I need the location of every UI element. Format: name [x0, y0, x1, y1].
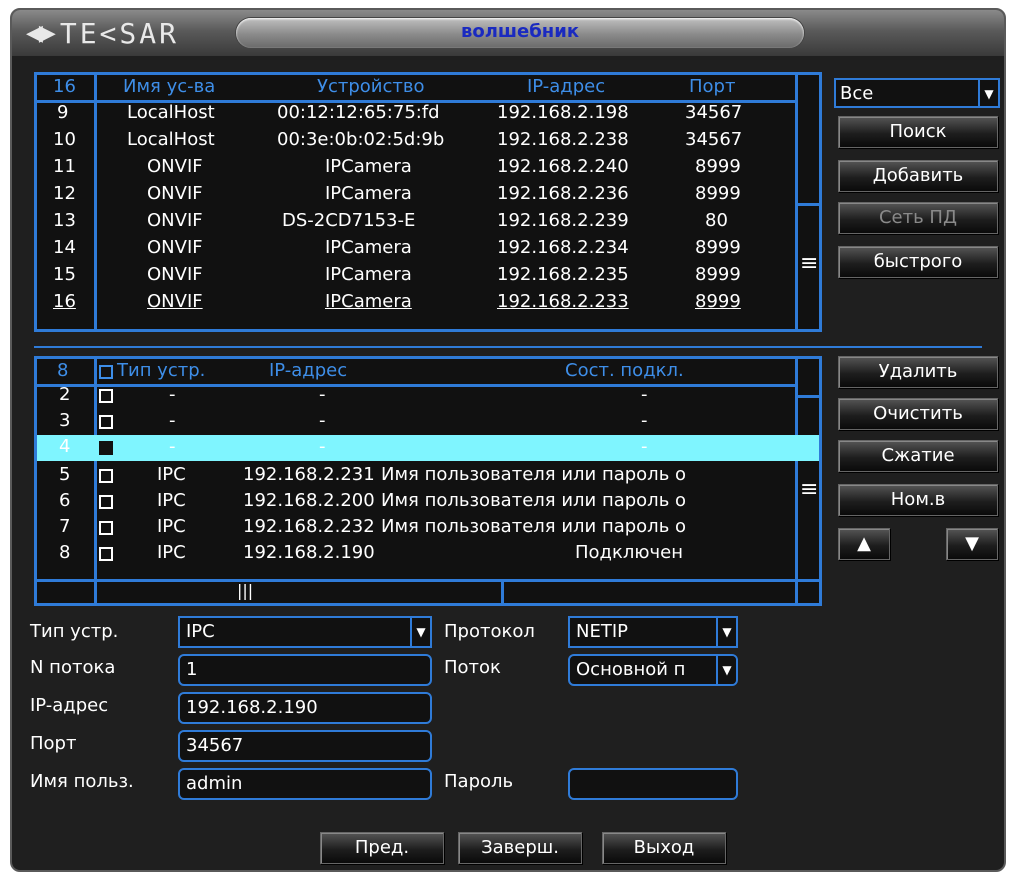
- search-name-header[interactable]: Имя ус-ва: [123, 75, 215, 99]
- added-table-hscrollbar[interactable]: |||: [37, 581, 819, 603]
- scroll-grip-icon: ≡: [800, 251, 819, 276]
- port-label: Порт: [30, 733, 77, 754]
- stream-label: Поток: [444, 657, 501, 678]
- delete-button[interactable]: Удалить: [838, 356, 998, 388]
- add-button[interactable]: Добавить: [838, 160, 998, 192]
- added-ip-header[interactable]: IP-адрес: [269, 359, 347, 383]
- triangle-down-icon: ▼: [965, 533, 979, 554]
- triangle-up-icon: ▲: [857, 533, 871, 554]
- username-input[interactable]: admin: [178, 768, 432, 800]
- logo: ◀▶ TE<SAR: [26, 16, 179, 50]
- number-button[interactable]: Ном.в: [838, 484, 998, 516]
- device-type-select[interactable]: IPC ▼: [178, 616, 432, 648]
- section-divider: [34, 346, 982, 348]
- device-type-label: Тип устр.: [30, 621, 119, 642]
- ip-address-label: IP-адрес: [30, 695, 109, 716]
- compress-button[interactable]: Сжатие: [838, 440, 998, 472]
- password-input[interactable]: [568, 768, 738, 800]
- network-button[interactable]: Сеть ПД: [838, 202, 998, 234]
- table-row-selected[interactable]: 4 - - -: [37, 435, 819, 461]
- chevron-down-icon[interactable]: ▼: [978, 80, 998, 106]
- window-title: волшебник: [460, 21, 580, 42]
- ip-address-input[interactable]: 192.168.2.190: [178, 692, 432, 724]
- logo-text: TE<SAR: [59, 16, 179, 50]
- chevron-down-icon[interactable]: ▼: [410, 618, 430, 646]
- clear-button[interactable]: Очистить: [838, 398, 998, 430]
- quick-setup-button[interactable]: быстрого: [838, 246, 998, 278]
- port-input[interactable]: 34567: [178, 730, 432, 762]
- row-checkbox[interactable]: [99, 495, 113, 509]
- protocol-select[interactable]: NETIP ▼: [568, 616, 738, 648]
- search-button[interactable]: Поиск: [838, 116, 998, 148]
- added-type-header[interactable]: Тип устр.: [117, 359, 205, 383]
- wizard-window: ◀▶ TE<SAR волшебник 16 Имя ус-ва Устройс…: [10, 8, 1006, 872]
- row-checkbox[interactable]: [99, 415, 113, 429]
- stream-select[interactable]: Основной п ▼: [568, 654, 738, 686]
- added-devices-table: 8 Тип устр. IP-адрес Сост. подкл. 2 - - …: [34, 356, 822, 606]
- search-port-header[interactable]: Порт: [689, 75, 735, 99]
- device-filter-value: Все: [840, 83, 874, 104]
- exit-button[interactable]: Выход: [602, 832, 726, 864]
- search-table-scrollbar[interactable]: ≡: [798, 75, 819, 329]
- row-checkbox[interactable]: [99, 547, 113, 561]
- row-checkbox[interactable]: [99, 521, 113, 535]
- logo-arrows-icon: ◀▶: [26, 20, 56, 46]
- row-checkbox[interactable]: [99, 389, 113, 403]
- device-filter-select[interactable]: Все ▼: [834, 78, 1000, 108]
- row-checkbox[interactable]: [99, 441, 113, 455]
- chevron-down-icon[interactable]: ▼: [716, 656, 736, 684]
- move-up-button[interactable]: ▲: [838, 528, 890, 560]
- scroll-grip-icon: ≡: [800, 477, 819, 502]
- stream-number-input[interactable]: 1: [178, 654, 432, 686]
- hscroll-grip-icon: |||: [237, 581, 254, 600]
- move-down-button[interactable]: ▼: [946, 528, 998, 560]
- select-all-checkbox[interactable]: [99, 365, 113, 379]
- title-bar: ◀▶ TE<SAR волшебник: [12, 10, 1004, 56]
- previous-button[interactable]: Пред.: [320, 832, 444, 864]
- password-label: Пароль: [444, 771, 514, 792]
- search-results-table: 16 Имя ус-ва Устройство IP-адрес Порт 9 …: [34, 72, 822, 332]
- row-checkbox[interactable]: [99, 469, 113, 483]
- stream-number-label: N потока: [30, 657, 116, 678]
- window-title-bar: волшебник: [236, 18, 804, 48]
- protocol-label: Протокол: [444, 621, 535, 642]
- finish-button[interactable]: Заверш.: [458, 832, 582, 864]
- username-label: Имя польз.: [30, 771, 134, 792]
- search-ip-header[interactable]: IP-адрес: [527, 75, 605, 99]
- added-status-header[interactable]: Сост. подкл.: [565, 359, 684, 383]
- chevron-down-icon[interactable]: ▼: [716, 618, 736, 646]
- search-count-header: 16: [53, 76, 76, 97]
- added-table-scrollbar[interactable]: ≡: [798, 359, 819, 579]
- search-device-header[interactable]: Устройство: [317, 75, 425, 99]
- added-count-header: 8: [57, 360, 69, 381]
